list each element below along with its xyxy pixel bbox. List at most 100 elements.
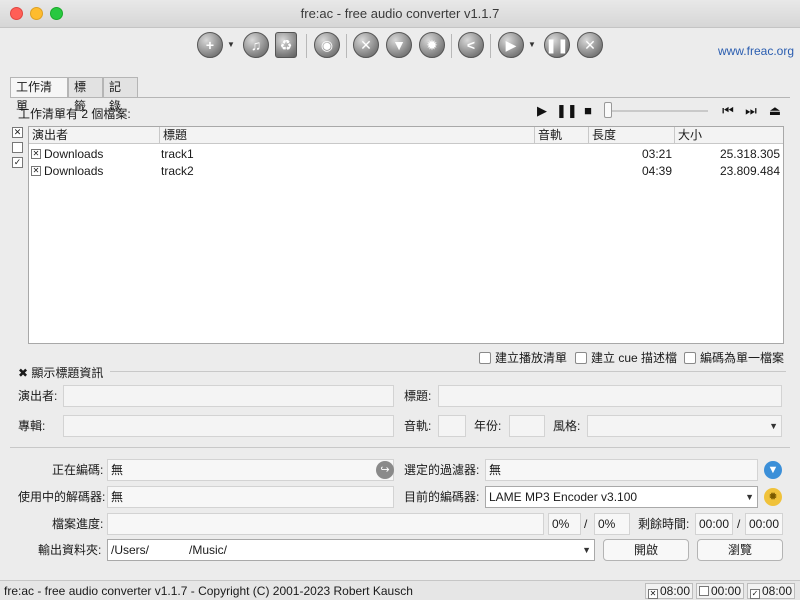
- table-row[interactable]: ✕ Downloads track1 03:21 25.318.305: [29, 146, 783, 163]
- create-playlist-option[interactable]: 建立播放清單: [479, 350, 567, 366]
- remove-file-icon[interactable]: ♻: [275, 32, 297, 58]
- genre-select[interactable]: ▼: [587, 415, 782, 437]
- encoding-field: 無: [107, 459, 394, 481]
- checked-icon: ✕: [648, 589, 658, 599]
- year-field[interactable]: [509, 415, 545, 437]
- checkmark-icon: ✓: [750, 589, 760, 599]
- genre-label: 風格:: [553, 419, 581, 433]
- row-size: 23.809.484: [719, 164, 780, 178]
- settings-tools-icon[interactable]: ✕: [353, 32, 379, 58]
- row-length: 03:21: [641, 147, 672, 161]
- status-time-3: 08:00: [762, 584, 793, 598]
- add-files-icon[interactable]: +: [197, 32, 223, 58]
- tab-tags[interactable]: 標籤: [68, 77, 103, 113]
- output-folder-label: 輸出資料夾:: [38, 543, 102, 557]
- album-field[interactable]: [63, 415, 394, 437]
- select-none-checkbox[interactable]: [12, 142, 23, 153]
- single-file-checkbox[interactable]: [684, 352, 696, 364]
- share-icon[interactable]: <: [458, 32, 484, 58]
- add-audio-cd-icon[interactable]: ♫: [243, 32, 269, 58]
- window-title: fre:ac - free audio converter v1.1.7: [300, 6, 500, 21]
- start-encoding-icon[interactable]: ▶: [498, 32, 524, 58]
- play-icon[interactable]: ▶: [533, 101, 551, 121]
- unchecked-icon: [699, 586, 709, 596]
- filter-label: 選定的過濾器:: [404, 463, 480, 477]
- encoding-label: 正在編碼:: [52, 463, 104, 477]
- row-artist: Downloads: [44, 147, 104, 161]
- pause-icon[interactable]: ❚❚: [556, 101, 578, 121]
- open-folder-button[interactable]: 開啟: [603, 539, 689, 561]
- chevron-down-icon[interactable]: ▼: [582, 540, 591, 560]
- playback-position-slider[interactable]: [604, 110, 708, 112]
- track-list[interactable]: 演出者 標題 音軌 長度 大小 ✕ Downloads track1 03:21…: [28, 126, 784, 344]
- row-artist: Downloads: [44, 164, 104, 178]
- row-checkbox[interactable]: ✕: [31, 166, 41, 176]
- encoder-label: 目前的編碼器:: [404, 490, 480, 504]
- filter-icon[interactable]: ▼: [386, 32, 412, 58]
- status-text: fre:ac - free audio converter v1.1.7 - C…: [4, 584, 413, 598]
- add-files-dropdown-icon[interactable]: ▼: [227, 40, 235, 49]
- column-title[interactable]: 標題: [160, 127, 535, 144]
- next-track-icon[interactable]: ⏭: [742, 101, 760, 121]
- app-window: fre:ac - free audio converter v1.1.7 + ▼…: [0, 0, 800, 600]
- status-time-1: 08:00: [660, 584, 691, 598]
- output-folder-path: /Users/ /Music/: [111, 543, 228, 557]
- encoder-dropdown-icon[interactable]: ▼: [528, 40, 536, 49]
- status-time-box-2: 00:00: [696, 583, 745, 599]
- decoder-label: 使用中的解碼器:: [18, 490, 106, 504]
- eject-icon[interactable]: ⏏: [766, 101, 784, 121]
- tab-log[interactable]: 記錄: [103, 77, 138, 113]
- time-separator: /: [737, 517, 741, 531]
- title-label: 標題:: [404, 389, 432, 403]
- artist-field[interactable]: [63, 385, 394, 407]
- column-length[interactable]: 長度: [589, 127, 675, 144]
- column-size[interactable]: 大小: [675, 127, 783, 144]
- filter-info-icon[interactable]: ▼: [764, 461, 782, 479]
- output-folder-select[interactable]: /Users/ /Music/ ▼: [107, 539, 595, 561]
- track-list-header: 演出者 標題 音軌 長度 大小: [29, 127, 783, 144]
- total-progress-percent: 0%: [594, 513, 630, 535]
- decoder-field: 無: [107, 486, 394, 508]
- create-cue-option[interactable]: 建立 cue 描述檔: [575, 350, 677, 366]
- file-progress-bar: [107, 513, 544, 535]
- chevron-down-icon[interactable]: ▼: [769, 416, 778, 436]
- column-track[interactable]: 音軌: [535, 127, 589, 144]
- select-all-checkbox[interactable]: ✕: [12, 127, 23, 138]
- playback-position-thumb[interactable]: [604, 102, 612, 118]
- remaining-label: 剩餘時間:: [638, 517, 690, 531]
- website-link[interactable]: www.freac.org: [718, 44, 794, 58]
- encoder-select[interactable]: LAME MP3 Encoder v3.100 ▼: [485, 486, 758, 508]
- browse-button[interactable]: 瀏覽: [697, 539, 783, 561]
- pause-encoding-icon[interactable]: ❚❚: [544, 32, 570, 58]
- status-time-2: 00:00: [711, 584, 742, 598]
- create-cue-label: 建立 cue 描述檔: [591, 351, 678, 365]
- create-cue-checkbox[interactable]: [575, 352, 587, 364]
- close-icon[interactable]: ✖: [18, 366, 28, 380]
- gear-icon[interactable]: ✹: [419, 32, 445, 58]
- column-artist[interactable]: 演出者: [29, 127, 160, 144]
- stop-encoding-icon[interactable]: ✕: [577, 32, 603, 58]
- stop-icon[interactable]: ■: [579, 101, 597, 121]
- chevron-down-icon[interactable]: ▼: [745, 487, 754, 507]
- track-field[interactable]: [438, 415, 466, 437]
- title-field[interactable]: [438, 385, 782, 407]
- artist-label: 演出者:: [18, 389, 58, 403]
- tab-joblist[interactable]: 工作清單: [10, 77, 68, 113]
- file-progress-percent: 0%: [548, 513, 581, 535]
- joblist-count: 工作清單有 2 個檔案:: [18, 107, 131, 121]
- remaining-time-file: 00:00: [695, 513, 733, 535]
- previous-track-icon[interactable]: ⏮: [719, 101, 737, 121]
- table-row[interactable]: ✕ Downloads track2 04:39 23.809.484: [29, 163, 783, 180]
- toolbar: + ▼ ♫ ♻ ◉ ✕ ▼ ✹ < ▶ ▼ ❚❚ ✕ www.freac.org: [0, 28, 800, 64]
- status-time-box-1: ✕ 08:00: [645, 583, 694, 599]
- skip-track-icon[interactable]: ↪: [376, 461, 394, 479]
- row-checkbox[interactable]: ✕: [31, 149, 41, 159]
- single-file-option[interactable]: 編碼為單一檔案: [684, 350, 784, 366]
- create-playlist-checkbox[interactable]: [479, 352, 491, 364]
- encoder-config-icon[interactable]: ✹: [764, 488, 782, 506]
- tag-info-toggle[interactable]: ✖ 顯示標題資訊: [18, 364, 103, 381]
- cddb-query-icon[interactable]: ◉: [314, 32, 340, 58]
- invert-selection-checkbox[interactable]: ✓: [12, 157, 23, 168]
- track-label: 音軌:: [404, 419, 432, 433]
- create-playlist-label: 建立播放清單: [495, 351, 568, 365]
